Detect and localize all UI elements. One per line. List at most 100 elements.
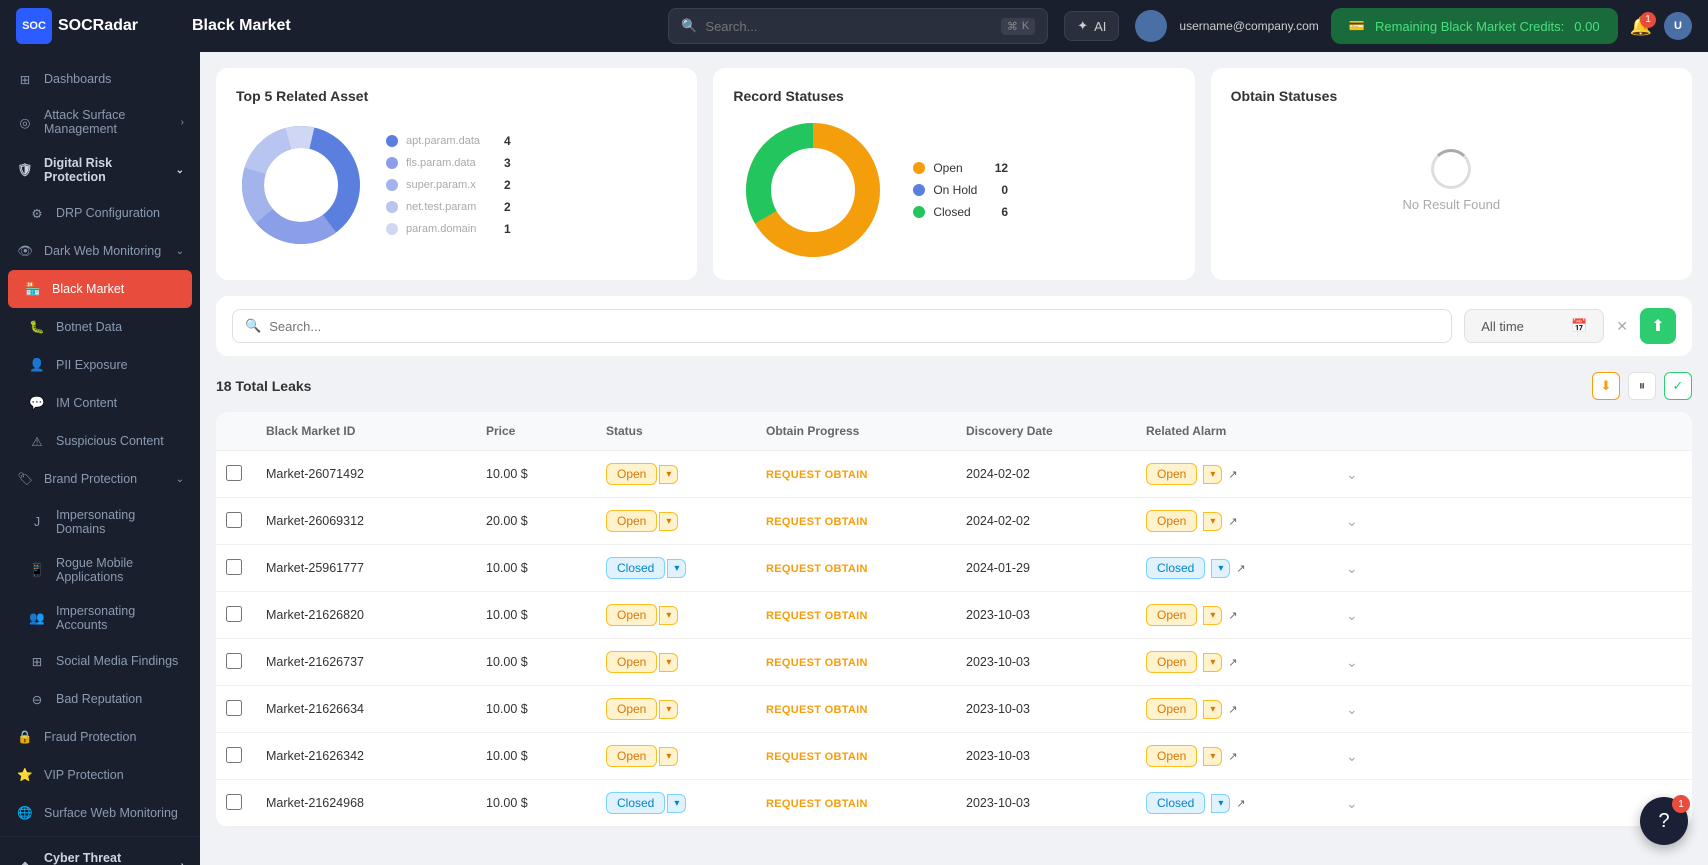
clear-filter-btn[interactable]: ✕: [1616, 318, 1628, 335]
sidebar-item-imp-accounts[interactable]: 👥 Impersonating Accounts: [0, 594, 200, 642]
sidebar-item-bad-rep[interactable]: ⊖ Bad Reputation: [0, 680, 200, 718]
expand-icon-0[interactable]: ⌄: [1346, 466, 1358, 482]
sidebar-item-botnet[interactable]: 🐛 Botnet Data: [0, 308, 200, 346]
alarm-dropdown-0[interactable]: ▾: [1203, 465, 1222, 484]
check-btn[interactable]: ✓: [1664, 372, 1692, 400]
row-expand-0[interactable]: ⌄: [1336, 454, 1376, 495]
sidebar-item-impersonating-domains[interactable]: J Impersonating Domains: [0, 498, 200, 546]
alarm-dropdown-7[interactable]: ▾: [1211, 794, 1230, 813]
obtain-btn-2[interactable]: REQUEST OBTAIN: [766, 563, 868, 575]
row-obtain-3[interactable]: REQUEST OBTAIN: [756, 596, 956, 634]
table-search-container[interactable]: 🔍: [232, 309, 1452, 343]
sidebar-item-suspicious[interactable]: ⚠ Suspicious Content: [0, 422, 200, 460]
row-expand-7[interactable]: ⌄: [1336, 783, 1376, 824]
alarm-link-2[interactable]: ↗: [1236, 562, 1245, 575]
checkbox-7[interactable]: [226, 794, 242, 810]
sidebar-item-vip[interactable]: ⭐ VIP Protection: [0, 756, 200, 794]
alarm-link-5[interactable]: ↗: [1228, 703, 1237, 716]
row-obtain-2[interactable]: REQUEST OBTAIN: [756, 549, 956, 587]
row-checkbox-5[interactable]: [216, 688, 256, 731]
obtain-btn-5[interactable]: REQUEST OBTAIN: [766, 704, 868, 716]
row-obtain-4[interactable]: REQUEST OBTAIN: [756, 643, 956, 681]
status-dropdown-4[interactable]: ▾: [659, 653, 678, 672]
sidebar-item-drp-config[interactable]: ⚙ DRP Configuration: [0, 194, 200, 232]
alarm-dropdown-5[interactable]: ▾: [1203, 700, 1222, 719]
alarm-dropdown-1[interactable]: ▾: [1203, 512, 1222, 531]
row-obtain-6[interactable]: REQUEST OBTAIN: [756, 737, 956, 775]
obtain-btn-6[interactable]: REQUEST OBTAIN: [766, 751, 868, 763]
sidebar-item-digital-risk[interactable]: 🛡 Digital Risk Protection ⌄: [0, 146, 200, 194]
alarm-link-0[interactable]: ↗: [1228, 468, 1237, 481]
sidebar-item-cti[interactable]: ◈ Cyber Threat Intelligence ›: [0, 841, 200, 865]
checkbox-0[interactable]: [226, 465, 242, 481]
expand-icon-5[interactable]: ⌄: [1346, 701, 1358, 717]
row-expand-3[interactable]: ⌄: [1336, 595, 1376, 636]
row-expand-5[interactable]: ⌄: [1336, 689, 1376, 730]
row-expand-1[interactable]: ⌄: [1336, 501, 1376, 542]
alarm-link-1[interactable]: ↗: [1228, 515, 1237, 528]
checkbox-3[interactable]: [226, 606, 242, 622]
checkbox-5[interactable]: [226, 700, 242, 716]
export-yellow-btn[interactable]: ⬇: [1592, 372, 1620, 400]
status-dropdown-1[interactable]: ▾: [659, 512, 678, 531]
obtain-btn-4[interactable]: REQUEST OBTAIN: [766, 657, 868, 669]
help-button[interactable]: ?1: [1640, 797, 1688, 845]
checkbox-2[interactable]: [226, 559, 242, 575]
row-checkbox-4[interactable]: [216, 641, 256, 684]
sidebar-item-fraud[interactable]: 🔒 Fraud Protection: [0, 718, 200, 756]
row-expand-4[interactable]: ⌄: [1336, 642, 1376, 683]
sidebar-item-im[interactable]: 💬 IM Content: [0, 384, 200, 422]
sidebar-item-surface-web[interactable]: 🌐 Surface Web Monitoring: [0, 794, 200, 832]
sidebar-item-brand[interactable]: 🏷 Brand Protection ⌄: [0, 460, 200, 498]
credits-banner[interactable]: 💳 Remaining Black Market Credits: 0.00: [1331, 8, 1618, 44]
obtain-btn-3[interactable]: REQUEST OBTAIN: [766, 610, 868, 622]
alarm-link-7[interactable]: ↗: [1236, 797, 1245, 810]
status-dropdown-6[interactable]: ▾: [659, 747, 678, 766]
obtain-btn-0[interactable]: REQUEST OBTAIN: [766, 469, 868, 481]
row-obtain-7[interactable]: REQUEST OBTAIN: [756, 784, 956, 822]
row-expand-2[interactable]: ⌄: [1336, 548, 1376, 589]
alarm-dropdown-4[interactable]: ▾: [1203, 653, 1222, 672]
obtain-btn-7[interactable]: REQUEST OBTAIN: [766, 798, 868, 810]
status-dropdown-7[interactable]: ▾: [667, 794, 686, 813]
expand-icon-2[interactable]: ⌄: [1346, 560, 1358, 576]
checkbox-4[interactable]: [226, 653, 242, 669]
user-initials[interactable]: U: [1664, 12, 1692, 40]
expand-icon-3[interactable]: ⌄: [1346, 607, 1358, 623]
sidebar-item-social-media[interactable]: ⊞ Social Media Findings: [0, 642, 200, 680]
expand-icon-4[interactable]: ⌄: [1346, 654, 1358, 670]
sidebar-item-dark-web[interactable]: 👁 Dark Web Monitoring ⌄: [0, 232, 200, 270]
row-checkbox-6[interactable]: [216, 735, 256, 778]
expand-icon-6[interactable]: ⌄: [1346, 748, 1358, 764]
row-checkbox-2[interactable]: [216, 547, 256, 590]
status-dropdown-5[interactable]: ▾: [659, 700, 678, 719]
pause-btn[interactable]: ⏸: [1628, 372, 1656, 400]
alarm-link-6[interactable]: ↗: [1228, 750, 1237, 763]
date-filter-btn[interactable]: All time 📅: [1464, 309, 1604, 343]
sidebar-item-pii[interactable]: 👤 PII Exposure: [0, 346, 200, 384]
row-obtain-1[interactable]: REQUEST OBTAIN: [756, 502, 956, 540]
row-obtain-5[interactable]: REQUEST OBTAIN: [756, 690, 956, 728]
notification-bell[interactable]: 🔔 1: [1630, 16, 1652, 37]
sidebar-item-attack-surface[interactable]: ◎ Attack Surface Management ›: [0, 98, 200, 146]
alarm-dropdown-3[interactable]: ▾: [1203, 606, 1222, 625]
checkbox-6[interactable]: [226, 747, 242, 763]
ai-button[interactable]: ✦ AI: [1064, 11, 1119, 41]
sidebar-item-dashboards[interactable]: ⊞ Dashboards: [0, 60, 200, 98]
row-checkbox-1[interactable]: [216, 500, 256, 543]
alarm-link-4[interactable]: ↗: [1228, 656, 1237, 669]
row-expand-6[interactable]: ⌄: [1336, 736, 1376, 777]
sidebar-item-black-market[interactable]: 🏪 Black Market: [8, 270, 192, 308]
row-checkbox-0[interactable]: [216, 453, 256, 496]
status-dropdown-3[interactable]: ▾: [659, 606, 678, 625]
alarm-link-3[interactable]: ↗: [1228, 609, 1237, 622]
checkbox-1[interactable]: [226, 512, 242, 528]
status-dropdown-0[interactable]: ▾: [659, 465, 678, 484]
obtain-btn-1[interactable]: REQUEST OBTAIN: [766, 516, 868, 528]
expand-icon-7[interactable]: ⌄: [1346, 795, 1358, 811]
export-btn[interactable]: ⬆: [1640, 308, 1676, 344]
row-checkbox-7[interactable]: [216, 782, 256, 825]
alarm-dropdown-6[interactable]: ▾: [1203, 747, 1222, 766]
expand-icon-1[interactable]: ⌄: [1346, 513, 1358, 529]
alarm-dropdown-2[interactable]: ▾: [1211, 559, 1230, 578]
